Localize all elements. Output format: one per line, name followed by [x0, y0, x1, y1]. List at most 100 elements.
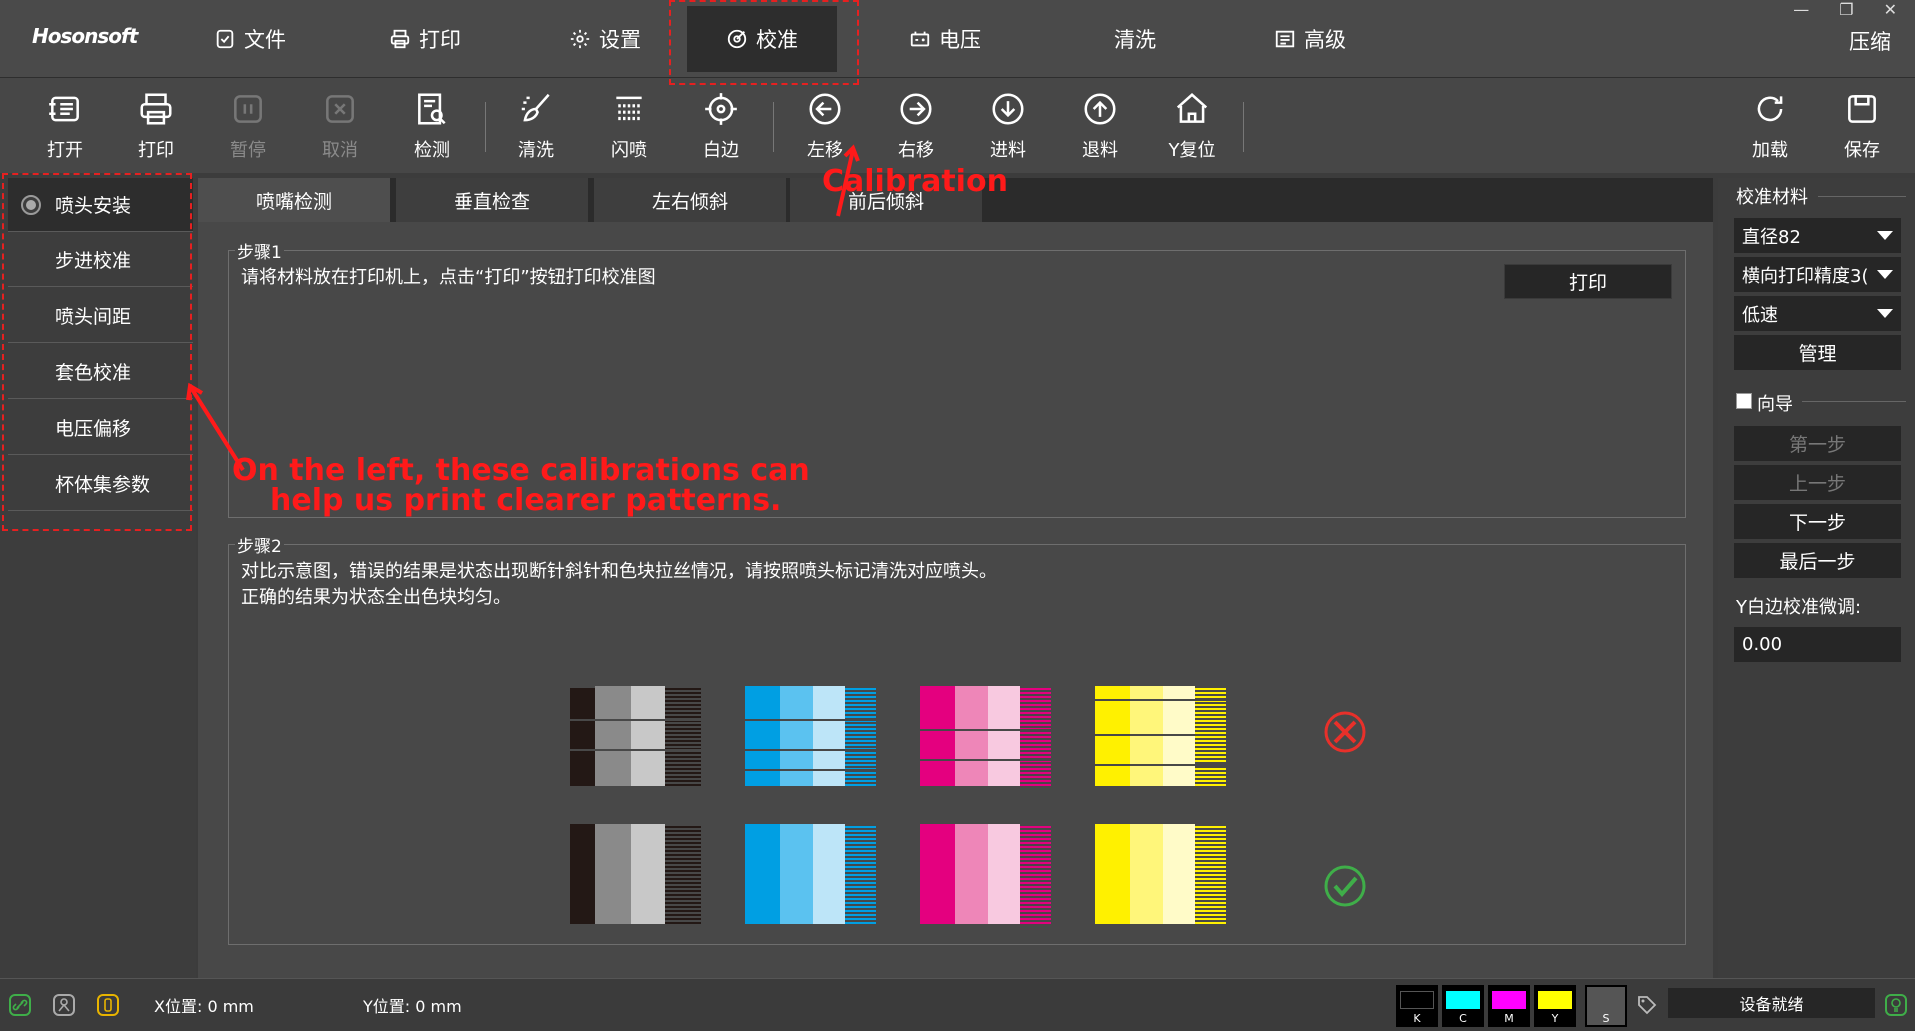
swatch-yellow-ok: [1095, 824, 1226, 924]
open-file-icon: [49, 96, 79, 122]
divider: [1802, 401, 1906, 402]
first-step-button[interactable]: 第一步: [1734, 426, 1901, 461]
material-select-value: 直径82: [1742, 226, 1801, 248]
tab-voltage-label: 电压: [939, 28, 981, 52]
last-step-button[interactable]: 最后一步: [1734, 543, 1901, 578]
gear-icon: [570, 29, 590, 49]
material-select[interactable]: 直径82: [1734, 218, 1901, 253]
next-step-button[interactable]: 下一步: [1734, 504, 1901, 539]
load-label: 加载: [1752, 140, 1788, 161]
open-label: 打开: [47, 140, 83, 161]
ink-label: K: [1413, 1012, 1421, 1025]
tab-clean[interactable]: 清洗: [1070, 6, 1200, 72]
user-status-icon: [53, 994, 75, 1016]
list-doc-icon: [1275, 30, 1295, 48]
nozzle-check-illustration: [570, 686, 1366, 924]
wizard-label: 向导: [1757, 394, 1793, 415]
printer-icon: [140, 93, 172, 125]
swatch-yellow-error: [1095, 686, 1226, 786]
retract-button[interactable]: 退料: [1065, 78, 1135, 173]
ok-check-icon: [1324, 865, 1366, 907]
y-fine-tune-input[interactable]: 0.00: [1734, 627, 1901, 662]
chevron-down-icon: [1877, 231, 1893, 240]
swatches-correct-row: [570, 824, 1366, 924]
warning-status-icon: [97, 994, 119, 1016]
step2-instruction-line1: 对比示意图，错误的结果是状态出现断针斜针和色块拉丝情况，请按照喷头标记清洗对应喷…: [241, 561, 997, 582]
speed-select[interactable]: 低速: [1734, 296, 1901, 331]
link-icon: [9, 994, 31, 1016]
y-fine-tune-label: Y白边校准微调:: [1736, 597, 1862, 618]
y-reset-button[interactable]: Y复位: [1157, 78, 1227, 173]
swatch-cyan-ok: [745, 824, 876, 924]
tab-print-label: 打印: [419, 28, 461, 52]
tab-advanced-label: 高级: [1304, 28, 1346, 52]
tab-clean-label: 清洗: [1114, 28, 1156, 52]
y-reset-label: Y复位: [1168, 140, 1216, 161]
swatch-magenta-ok: [920, 824, 1051, 924]
swatch-black-ok: [570, 824, 701, 924]
tab-print[interactable]: 打印: [360, 6, 490, 72]
step2-legend: 步骤2: [237, 537, 282, 557]
feed-button[interactable]: 进料: [973, 78, 1043, 173]
ink-level-m: M: [1488, 985, 1530, 1027]
divider: [1818, 196, 1906, 197]
tab-settings[interactable]: 设置: [540, 6, 670, 72]
print-calibration-button[interactable]: 打印: [1504, 264, 1672, 299]
close-icon[interactable]: ✕: [1884, 0, 1897, 19]
prev-step-button[interactable]: 上一步: [1734, 465, 1901, 500]
calibration-annotation: Calibration: [822, 164, 1008, 199]
y-position: Y位置: 0 mm: [363, 997, 462, 1016]
load-button[interactable]: 加载: [1735, 78, 1805, 173]
ink-label: S: [1602, 1012, 1610, 1025]
ink-level-s: S: [1585, 985, 1627, 1027]
status-bar: X位置: 0 mm Y位置: 0 mm K C M Y S: [0, 978, 1915, 1031]
step2-instruction-line2: 正确的结果为状态全出色块均匀。: [241, 587, 511, 608]
left-annotation-line2: help us print clearer patterns.: [270, 483, 782, 518]
ink-level-c: C: [1442, 985, 1484, 1027]
compress-button[interactable]: 压缩: [1849, 26, 1891, 56]
wizard-checkbox[interactable]: [1736, 393, 1752, 409]
open-button[interactable]: 打开: [30, 78, 100, 173]
precision-select-value: 横向打印精度3(: [1742, 265, 1869, 287]
floppy-disk-icon: [1848, 95, 1876, 123]
retract-label: 退料: [1082, 140, 1118, 161]
arrow-down-circle-icon: [992, 93, 1024, 125]
arrow-up-circle-icon: [1084, 93, 1116, 125]
lightbulb-icon: [1885, 994, 1907, 1016]
app-logo: Hosonsoft: [32, 24, 138, 48]
home-icon: [1176, 93, 1208, 123]
error-x-icon: [1324, 711, 1366, 753]
x-position: X位置: 0 mm: [154, 997, 254, 1016]
chevron-down-icon: [1877, 270, 1893, 279]
printer-icon: [390, 29, 410, 49]
ink-label: M: [1504, 1012, 1514, 1025]
annotation-arrows: [186, 144, 860, 472]
speed-select-value: 低速: [1742, 304, 1778, 326]
tab-settings-label: 设置: [599, 28, 641, 52]
material-title: 校准材料: [1736, 187, 1808, 208]
toolbar-separator: [1243, 102, 1244, 152]
refresh-icon: [1757, 96, 1783, 122]
save-button[interactable]: 保存: [1827, 78, 1897, 173]
print-label: 打印: [138, 140, 174, 161]
tab-voltage[interactable]: 电压: [880, 6, 1010, 72]
tab-advanced[interactable]: 高级: [1245, 6, 1375, 72]
ink-level-k: K: [1396, 985, 1438, 1027]
ink-level-y: Y: [1534, 985, 1576, 1027]
sidebar-highlight-box: [2, 173, 192, 531]
tab-file[interactable]: 文件: [185, 6, 315, 72]
precision-select[interactable]: 横向打印精度3(: [1734, 257, 1901, 292]
feed-label: 进料: [990, 140, 1026, 161]
swatches-error-row: [570, 686, 1366, 786]
chevron-down-icon: [1877, 309, 1893, 318]
tab-file-label: 文件: [244, 28, 286, 52]
top-menu-bar: Hosonsoft 文件 打印 设置 校准 电压 清洗 高级 — ❐ ✕ 压缩: [0, 0, 1915, 78]
swatch-magenta-error: [920, 686, 1051, 786]
window-controls: — ❐ ✕: [1793, 0, 1897, 19]
minimize-icon[interactable]: —: [1793, 0, 1809, 19]
manage-button[interactable]: 管理: [1734, 335, 1901, 370]
restore-icon[interactable]: ❐: [1839, 0, 1853, 19]
ink-label: C: [1459, 1012, 1467, 1025]
swatch-cyan-error: [745, 686, 876, 786]
save-label: 保存: [1844, 140, 1880, 161]
